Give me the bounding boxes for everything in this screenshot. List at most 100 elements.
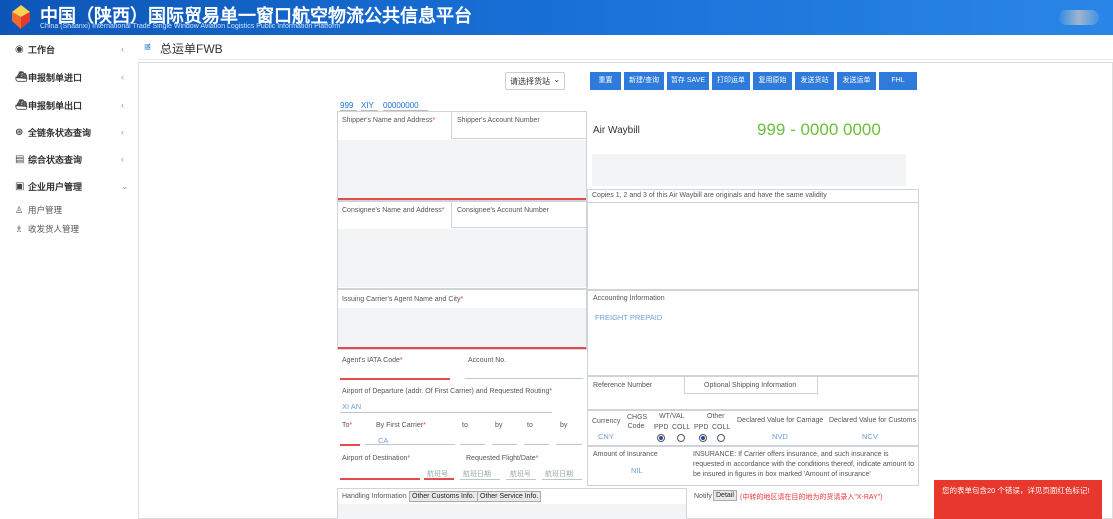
consignee-address-textarea[interactable] xyxy=(338,229,586,287)
other-service-button[interactable]: Other Service Info. xyxy=(477,491,542,502)
notify-label: Notify xyxy=(694,493,712,500)
chevron-down-icon: ⌄ xyxy=(553,75,560,84)
notify-note: (中转的地区请在目的地为的货请录入"X-RAY") xyxy=(740,494,883,501)
other-charges-label: Other xyxy=(707,413,725,420)
sidebar-item-dashboard[interactable]: ◉ 工作台 ‹ xyxy=(0,36,138,62)
accounting-textarea[interactable]: FREIGHT PREPAID xyxy=(595,313,662,322)
sidebar-subitem-user-manage[interactable]: ♙ 用户管理 xyxy=(0,201,138,219)
dv-carriage-input[interactable]: NVD xyxy=(772,432,788,441)
handling-textarea[interactable] xyxy=(338,504,686,519)
other-customs-button[interactable]: Other Customs Info. xyxy=(409,491,478,502)
platform-logo-icon xyxy=(12,5,30,29)
insurance-note: INSURANCE: If Carrier offers insurance, … xyxy=(693,451,915,478)
sidebar: ◉ 工作台 ‹ ⛴ 申报制单进口 ‹ ⛴ 申报制单出口 ‹ ⊛ 全链条状态查询 … xyxy=(0,35,138,519)
other-ppd-radio[interactable] xyxy=(699,434,707,442)
dv-customs-input[interactable]: NCV xyxy=(862,432,878,441)
sidebar-item-label: 申报制单进口 xyxy=(28,72,83,83)
user-avatar[interactable] xyxy=(1059,10,1099,25)
reset-button[interactable]: 重置 xyxy=(590,72,621,90)
sidebar-item-export[interactable]: ⛴ 申报制单出口 ‹ xyxy=(0,92,138,118)
new-query-button[interactable]: 新建/查询 xyxy=(624,72,664,90)
by2-label: by xyxy=(495,422,503,429)
account-no-input[interactable] xyxy=(465,378,583,379)
fhl-button[interactable]: FHL xyxy=(879,72,917,90)
flight-no-underline-2 xyxy=(506,479,536,480)
detail-button[interactable]: Detail xyxy=(713,490,737,501)
other-ppd-label: PPD xyxy=(694,424,709,431)
first-carrier-label: By First Carrier* xyxy=(376,422,426,429)
insurance-amount-label: Amount of Insurance xyxy=(593,451,658,458)
by3-input[interactable] xyxy=(556,444,582,445)
currency-input[interactable]: CNY xyxy=(598,432,614,441)
destination-input[interactable] xyxy=(340,478,420,480)
awb-serial-input[interactable]: 00000000 xyxy=(383,101,428,111)
insurance-amount-input[interactable]: NIL xyxy=(631,466,643,475)
status-icon: ⊛ xyxy=(15,126,24,138)
send-waybill-button[interactable]: 发送运单 xyxy=(837,72,876,90)
flight-date-input-1[interactable]: 航班日期 xyxy=(463,469,491,479)
issuing-agent-error-underline xyxy=(338,347,586,349)
destination-label: Airport of Destination* xyxy=(342,455,411,462)
to-input[interactable] xyxy=(340,444,360,446)
dv-carriage-label: Declared Value for Carriage xyxy=(737,417,824,424)
wt-val-coll-radio[interactable] xyxy=(677,434,685,442)
sidebar-subitem-label: 收发货人管理 xyxy=(28,224,80,234)
dashboard-icon: ◉ xyxy=(15,43,24,55)
awb-airport-code-input[interactable]: XIY xyxy=(361,101,378,111)
awb-issuer-textarea[interactable] xyxy=(592,154,906,186)
error-toast[interactable]: 您的表单包含20 个错误，详见页面红色标记! xyxy=(934,480,1102,519)
shipper-address-textarea[interactable] xyxy=(338,140,586,199)
shipper-account-label: Shipper's Account Number xyxy=(457,117,540,124)
shipper-account-box xyxy=(451,111,587,139)
print-button[interactable]: 打印运单 xyxy=(712,72,750,90)
sidebar-item-chain-status[interactable]: ⊛ 全链条状态查询 ‹ xyxy=(0,119,138,145)
to3-input[interactable] xyxy=(524,444,549,445)
sidebar-subitem-consignee-manage[interactable]: ♗ 收发货人管理 xyxy=(0,220,138,238)
dv-customs-label: Declared Value for Customs xyxy=(829,417,917,424)
flight-date-underline-2 xyxy=(542,479,582,480)
issuing-agent-textarea[interactable] xyxy=(338,308,586,347)
save-button[interactable]: 暂存 SAVE xyxy=(667,72,709,90)
other-coll-radio[interactable] xyxy=(717,434,725,442)
sidebar-item-enterprise[interactable]: ▣ 企业用户管理 ⌄ xyxy=(0,173,138,199)
to2-input[interactable] xyxy=(460,444,485,445)
awb-airline-code-input[interactable]: 999 xyxy=(340,101,357,111)
menu-icon[interactable]: ≡ xyxy=(144,40,151,54)
top-header-bar: 中国（陕西）国际贸易单一窗口航空物流公共信息平台 China (Shaanxi)… xyxy=(0,0,1113,35)
reference-label: Reference Number xyxy=(593,382,653,389)
sidebar-item-label: 综合状态查询 xyxy=(28,154,83,165)
to2-label: to xyxy=(462,422,468,429)
flight-no-input-2[interactable]: 航班号 xyxy=(510,469,531,479)
by2-input[interactable] xyxy=(492,444,517,445)
agent-iata-input[interactable] xyxy=(340,378,450,380)
requested-flight-label: Requested Flight/Date* xyxy=(466,455,539,462)
sidebar-item-general-query[interactable]: ▤ 综合状态查询 ‹ xyxy=(0,146,138,172)
sidebar-item-import[interactable]: ⛴ 申报制单进口 ‹ xyxy=(0,64,138,90)
station-select[interactable]: 请选择货站 ⌄ xyxy=(505,72,565,90)
carrier-conditions-box xyxy=(587,203,919,290)
first-carrier-underline xyxy=(365,444,455,445)
copies-note: Copies 1, 2 and 3 of this Air Waybill ar… xyxy=(592,192,827,199)
send-station-button[interactable]: 发送货站 xyxy=(795,72,834,90)
optional-info-label: Optional Shipping Information xyxy=(704,382,797,389)
awb-number: 999 - 0000 0000 xyxy=(757,120,881,139)
accounting-box xyxy=(587,290,919,376)
to-label: To* xyxy=(342,422,353,429)
error-toast-message: 您的表单包含20 个错误，详见页面红色标记! xyxy=(942,486,1090,495)
chgs-code-label: CHGS Code xyxy=(627,414,648,430)
departure-underline xyxy=(340,412,552,413)
platform-subtitle: China (Shaanxi) International Trade Sing… xyxy=(40,23,341,30)
query-icon: ▤ xyxy=(15,153,25,165)
wt-val-ppd-radio[interactable] xyxy=(657,434,665,442)
flight-date-underline-1 xyxy=(460,479,500,480)
reuse-button[interactable]: 复用原始 xyxy=(753,72,792,90)
enterprise-icon: ▣ xyxy=(15,180,25,192)
departure-input[interactable]: XI AN xyxy=(342,402,361,411)
user-icon: ♙ xyxy=(15,204,24,215)
chevron-left-icon: ‹ xyxy=(121,44,124,54)
flight-date-input-2[interactable]: 航班日期 xyxy=(545,469,573,479)
departure-label: Airport of Departure (addr. Of First Car… xyxy=(342,388,553,395)
consignee-icon: ♗ xyxy=(15,223,24,234)
chevron-left-icon: ‹ xyxy=(121,100,124,110)
wt-val-label: WT/VAL xyxy=(659,413,685,420)
